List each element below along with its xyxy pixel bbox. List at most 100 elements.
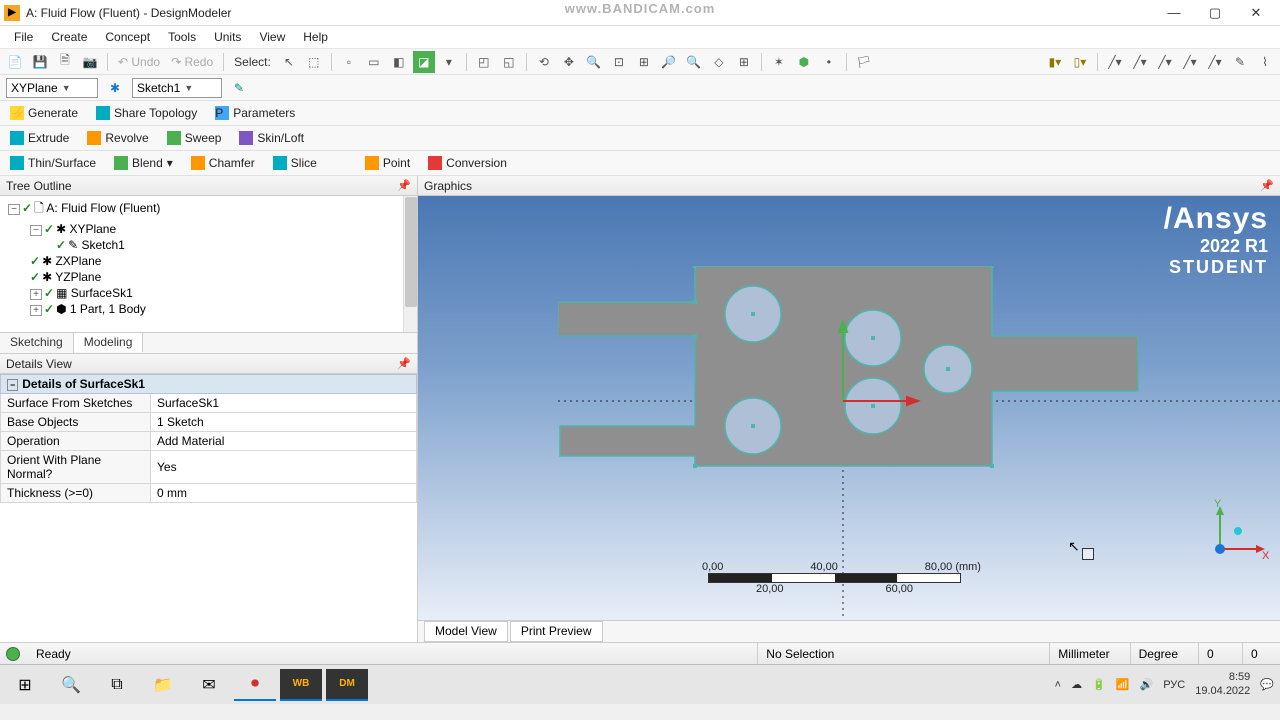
revolve-button[interactable]: Revolve <box>83 129 152 147</box>
look-at-icon[interactable]: ⊞ <box>733 51 755 73</box>
tray-volume-icon[interactable]: 🔊 <box>1140 678 1154 691</box>
detail-val-op[interactable]: Add Material <box>151 432 417 451</box>
workbench-icon[interactable]: WB <box>280 669 322 701</box>
zoom-fit-icon[interactable]: ⊞ <box>633 51 655 73</box>
undo-button[interactable]: ↶ Undo <box>114 55 164 69</box>
tray-chevron-icon[interactable]: ˄ <box>1055 679 1061 691</box>
menu-file[interactable]: File <box>6 28 41 46</box>
tray-wifi-icon[interactable]: 📶 <box>1116 678 1130 691</box>
tree-xyplane[interactable]: −✓✱ XYPlane <box>0 221 417 237</box>
point-button[interactable]: Point <box>361 154 414 172</box>
blend-button[interactable]: Blend ▾ <box>110 154 177 172</box>
menu-create[interactable]: Create <box>43 28 95 46</box>
plane-dropdown[interactable]: XYPlane▼ <box>6 78 98 98</box>
tab-modeling[interactable]: Modeling <box>74 332 144 352</box>
menu-help[interactable]: Help <box>295 28 336 46</box>
zoom-undo-icon[interactable]: 🔎 <box>658 51 680 73</box>
menu-concept[interactable]: Concept <box>97 28 158 46</box>
new-sketch-icon[interactable]: ✎ <box>228 77 250 99</box>
display-plane-icon[interactable]: ✶ <box>768 51 790 73</box>
zoom-icon[interactable]: 🔍 <box>583 51 605 73</box>
detail-val-surface[interactable]: SurfaceSk1 <box>151 394 417 413</box>
filter-dropdown-icon[interactable]: ▾ <box>438 51 460 73</box>
sketch-dropdown[interactable]: Sketch1▼ <box>132 78 222 98</box>
redo-button[interactable]: ↷ Redo <box>167 55 217 69</box>
tree-scrollbar[interactable] <box>403 196 417 332</box>
tab-sketching[interactable]: Sketching <box>0 333 74 353</box>
ruler2-icon[interactable]: ▯▾ <box>1069 51 1091 73</box>
detail-val-orient[interactable]: Yes <box>151 451 417 484</box>
display-points-icon[interactable]: • <box>818 51 840 73</box>
maximize-button[interactable]: ▢ <box>1195 1 1235 25</box>
line6-icon[interactable]: ✎ <box>1229 51 1251 73</box>
filter-face-icon[interactable]: ◧ <box>388 51 410 73</box>
line3-icon[interactable]: ╱▾ <box>1154 51 1176 73</box>
close-button[interactable]: ✕ <box>1236 1 1276 25</box>
zoom-box-icon[interactable]: ⊡ <box>608 51 630 73</box>
pin-icon[interactable]: 📌 <box>397 179 411 192</box>
parameters-button[interactable]: PParameters <box>211 104 299 122</box>
mail-icon[interactable]: ✉ <box>188 669 230 701</box>
snapshot-icon[interactable]: 📷 <box>79 51 101 73</box>
explorer-icon[interactable]: 📁 <box>142 669 184 701</box>
line5-icon[interactable]: ╱▾ <box>1204 51 1226 73</box>
filter-point-icon[interactable]: ▫ <box>338 51 360 73</box>
filter-body-icon[interactable]: ◪ <box>413 51 435 73</box>
tray-lang[interactable]: РУС <box>1163 679 1185 691</box>
share-topology-button[interactable]: Share Topology <box>92 104 201 122</box>
select-box-icon[interactable]: ⬚ <box>303 51 325 73</box>
conversion-button[interactable]: Conversion <box>424 154 511 172</box>
export-icon[interactable]: 🗎 <box>54 51 76 73</box>
line-icon[interactable]: ╱▾ <box>1104 51 1126 73</box>
tray-battery-icon[interactable]: 🔋 <box>1092 678 1106 691</box>
start-button[interactable]: ⊞ <box>4 669 46 701</box>
thin-surface-button[interactable]: Thin/Surface <box>6 154 100 172</box>
ruler-icon[interactable]: ▮▾ <box>1044 51 1066 73</box>
rotate-icon[interactable]: ⟲ <box>533 51 555 73</box>
new-plane-icon[interactable]: ✱ <box>104 77 126 99</box>
axis-triad[interactable]: X Y <box>1200 499 1270 572</box>
tree-surfacesk1[interactable]: +✓▦ SurfaceSk1 <box>0 285 417 301</box>
bandicam-icon[interactable]: ⏺ <box>234 669 276 701</box>
extend2-icon[interactable]: ◱ <box>498 51 520 73</box>
goto-icon[interactable]: 🏳 <box>853 51 875 73</box>
graphics-canvas[interactable]: /Ansys 2022 R1 STUDENT <box>418 196 1280 620</box>
menu-view[interactable]: View <box>251 28 293 46</box>
display-model-icon[interactable]: ⬢ <box>793 51 815 73</box>
select-arrow-icon[interactable]: ↖ <box>278 51 300 73</box>
pan-icon[interactable]: ✥ <box>558 51 580 73</box>
iso-icon[interactable]: ◇ <box>708 51 730 73</box>
sweep-button[interactable]: Sweep <box>163 129 226 147</box>
tray-onedrive-icon[interactable]: ☁ <box>1071 678 1082 691</box>
tree-sketch1[interactable]: ✓✎ Sketch1 <box>0 237 417 253</box>
detail-val-base[interactable]: 1 Sketch <box>151 413 417 432</box>
line7-icon[interactable]: ⌇ <box>1254 51 1276 73</box>
taskview-icon[interactable]: ⧉ <box>96 669 138 701</box>
detail-val-thick[interactable]: 0 mm <box>151 484 417 503</box>
tray-clock[interactable]: 8:59 19.04.2022 <box>1195 671 1250 697</box>
tree-root[interactable]: −✓🗋 A: Fluid Flow (Fluent) <box>0 198 417 221</box>
menu-tools[interactable]: Tools <box>160 28 204 46</box>
line2-icon[interactable]: ╱▾ <box>1129 51 1151 73</box>
skin-loft-button[interactable]: Skin/Loft <box>235 129 308 147</box>
line4-icon[interactable]: ╱▾ <box>1179 51 1201 73</box>
menu-units[interactable]: Units <box>206 28 249 46</box>
chamfer-button[interactable]: Chamfer <box>187 154 259 172</box>
new-icon[interactable]: 📄 <box>4 51 26 73</box>
extend-icon[interactable]: ◰ <box>473 51 495 73</box>
details-pin-icon[interactable]: 📌 <box>397 357 411 370</box>
slice-button[interactable]: Slice <box>269 154 321 172</box>
graphics-pin-icon[interactable]: 📌 <box>1260 179 1274 192</box>
tree-zxplane[interactable]: ✓✱ ZXPlane <box>0 253 417 269</box>
tray-notifications-icon[interactable]: 💬 <box>1260 678 1274 691</box>
designmodeler-icon[interactable]: DM <box>326 669 368 701</box>
tab-model-view[interactable]: Model View <box>424 621 508 642</box>
save-icon[interactable]: 💾 <box>29 51 51 73</box>
magnify-icon[interactable]: 🔍 <box>683 51 705 73</box>
tree-yzplane[interactable]: ✓✱ YZPlane <box>0 269 417 285</box>
filter-edge-icon[interactable]: ▭ <box>363 51 385 73</box>
tree-part[interactable]: +✓⬢ 1 Part, 1 Body <box>0 301 417 317</box>
minimize-button[interactable]: — <box>1154 1 1194 25</box>
generate-button[interactable]: ⚡Generate <box>6 104 82 122</box>
extrude-button[interactable]: Extrude <box>6 129 73 147</box>
